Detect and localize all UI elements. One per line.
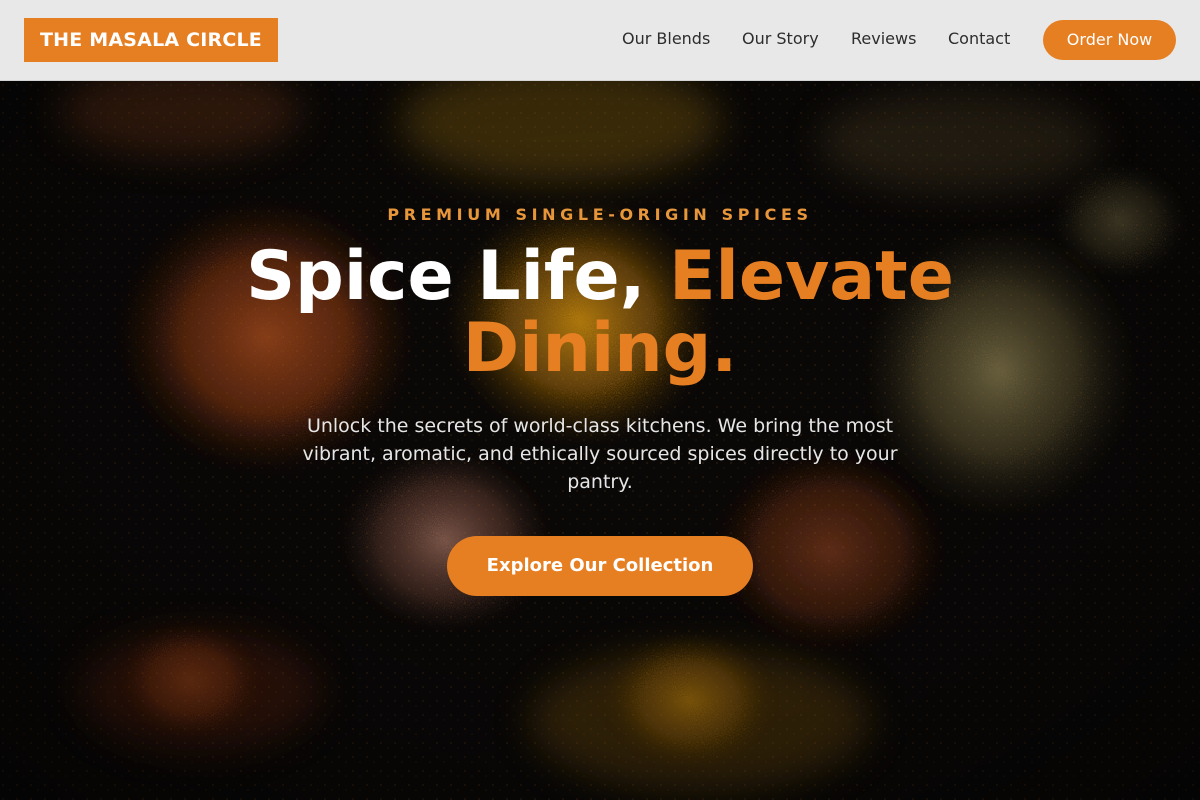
order-now-button[interactable]: Order Now: [1043, 20, 1176, 60]
hero-subtext: Unlock the secrets of world-class kitche…: [302, 415, 898, 493]
nav-link-contact[interactable]: Contact: [948, 28, 1010, 50]
nav-link-reviews[interactable]: Reviews: [851, 28, 916, 50]
headline-white-text: Spice Life,: [246, 237, 670, 316]
brand-logo[interactable]: THE MASALA CIRCLE: [24, 18, 278, 62]
nav-link-our-story[interactable]: Our Story: [742, 28, 819, 50]
hero-section: PREMIUM SINGLE-ORIGIN SPICES Spice Life,…: [0, 81, 1200, 800]
hero-headline: Spice Life, Elevate Dining.: [150, 241, 1050, 385]
hero-content: PREMIUM SINGLE-ORIGIN SPICES Spice Life,…: [0, 81, 1200, 800]
explore-collection-button[interactable]: Explore Our Collection: [447, 536, 753, 596]
site-header: THE MASALA CIRCLE Our Blends Our Story R…: [0, 0, 1200, 81]
hero-eyebrow: PREMIUM SINGLE-ORIGIN SPICES: [387, 205, 813, 224]
nav-link-our-blends[interactable]: Our Blends: [622, 28, 710, 50]
